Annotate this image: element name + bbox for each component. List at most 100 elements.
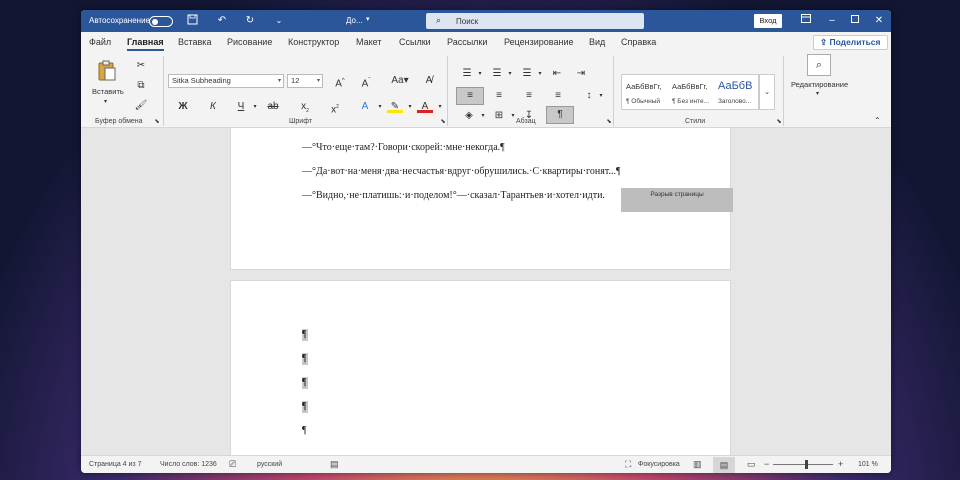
- shrink-font-icon[interactable]: Aˇ: [358, 73, 374, 89]
- change-case-icon[interactable]: Aa▾: [388, 73, 412, 89]
- style-normal[interactable]: АаБбВвГг, ¶ Обычный: [624, 78, 670, 108]
- chevron-down-icon[interactable]: ▾: [472, 66, 488, 82]
- tab-mailings[interactable]: Рассылки: [447, 37, 487, 47]
- paste-label[interactable]: Вставить: [92, 87, 124, 96]
- word-count[interactable]: Число слов: 1236: [160, 461, 217, 468]
- chevron-down-icon[interactable]: ▾: [432, 99, 448, 115]
- chevron-down-icon[interactable]: ▾: [247, 99, 263, 115]
- chevron-down-icon[interactable]: ▾: [532, 66, 548, 82]
- font-color-icon[interactable]: A: [417, 99, 433, 113]
- chevron-down-icon[interactable]: ▾: [372, 99, 388, 115]
- tab-design[interactable]: Конструктор: [288, 37, 339, 47]
- justify-icon[interactable]: ≡: [550, 88, 566, 104]
- decrease-indent-icon[interactable]: ⇤: [549, 66, 565, 82]
- close-icon[interactable]: ✕: [872, 14, 886, 28]
- copy-icon[interactable]: ⧉: [133, 78, 149, 94]
- align-center-icon[interactable]: ≡: [491, 88, 507, 104]
- paragraph[interactable]: —°Что·еще·там?·Говори·скорей:·мне·некогд…: [302, 142, 505, 153]
- customize-qat-icon[interactable]: ⌄: [272, 14, 286, 28]
- strikethrough-icon[interactable]: ab: [265, 99, 281, 115]
- signin-button[interactable]: Вход: [754, 14, 782, 28]
- focus-label[interactable]: Фокусировка: [638, 461, 680, 468]
- paste-dropdown-icon[interactable]: ▾: [104, 98, 107, 105]
- document-name[interactable]: До...: [346, 16, 363, 25]
- highlight-icon[interactable]: ✎: [387, 99, 403, 113]
- autosave-toggle[interactable]: [149, 16, 173, 27]
- print-layout-icon[interactable]: ▤: [713, 457, 735, 473]
- document-canvas[interactable]: —°Что·еще·там?·Говори·скорей:·мне·некогд…: [81, 128, 891, 455]
- zoom-thumb[interactable]: [805, 460, 808, 469]
- collapse-ribbon-icon[interactable]: ⌃: [874, 116, 881, 125]
- toggle-knob: [152, 18, 158, 25]
- tab-help[interactable]: Справка: [621, 37, 656, 47]
- zoom-out-button[interactable]: −: [764, 459, 769, 469]
- align-left-icon[interactable]: ≡: [456, 87, 484, 105]
- paragraph[interactable]: —°Видно,·не·платишь:·и·поделом!°—·сказал…: [302, 190, 605, 201]
- empty-paragraph[interactable]: ¶: [302, 377, 308, 389]
- editing-label[interactable]: Редактирование: [791, 80, 848, 89]
- clear-formatting-icon[interactable]: A̸: [421, 73, 437, 89]
- tab-draw[interactable]: Рисование: [227, 37, 272, 47]
- text-effects-icon[interactable]: A: [357, 99, 373, 115]
- doc-caret-icon[interactable]: ▾: [366, 15, 370, 23]
- empty-paragraph[interactable]: ¶: [302, 401, 308, 413]
- paste-icon[interactable]: [95, 60, 119, 84]
- page[interactable]: —°Что·еще·там?·Говори·скорей:·мне·некогд…: [230, 128, 733, 270]
- chevron-down-icon[interactable]: ▾: [475, 108, 491, 124]
- font-size-select[interactable]: 12 ▾: [287, 74, 323, 88]
- chevron-down-icon[interactable]: ▾: [402, 99, 418, 115]
- bold-button[interactable]: Ж: [175, 99, 191, 115]
- tab-review[interactable]: Рецензирование: [504, 37, 574, 47]
- search-icon[interactable]: ⌕: [807, 54, 831, 76]
- tab-layout[interactable]: Макет: [356, 37, 381, 47]
- grow-font-icon[interactable]: A^: [332, 73, 348, 89]
- undo-icon[interactable]: ↶: [215, 14, 229, 28]
- superscript-icon[interactable]: x2: [327, 99, 343, 115]
- minimize-icon[interactable]: –: [825, 14, 839, 28]
- empty-paragraph[interactable]: ¶: [302, 425, 308, 437]
- status-bar: Страница 4 из 7 Число слов: 1236 ⎚ русск…: [81, 455, 891, 473]
- empty-paragraph[interactable]: ¶: [302, 353, 308, 365]
- redo-icon[interactable]: ↻: [243, 14, 257, 28]
- page[interactable]: ¶ ¶ ¶ ¶ ¶: [230, 280, 731, 455]
- paragraph[interactable]: —°Да·вот·на·меня·два·несчастья·вдруг·обр…: [302, 166, 621, 177]
- increase-indent-icon[interactable]: ⇥: [573, 66, 589, 82]
- chevron-down-icon[interactable]: ▾: [593, 88, 609, 104]
- share-label: Поделиться: [829, 37, 881, 47]
- style-no-spacing[interactable]: АаБбВвГг, ¶ Без инте...: [670, 78, 716, 108]
- share-button[interactable]: ⇪ Поделиться: [813, 35, 888, 50]
- subscript-icon[interactable]: x2: [297, 99, 313, 115]
- macro-icon[interactable]: ▤: [330, 459, 339, 470]
- tab-view[interactable]: Вид: [589, 37, 605, 47]
- maximize-icon[interactable]: [848, 14, 862, 28]
- zoom-level[interactable]: 101 %: [858, 461, 878, 468]
- proofing-icon[interactable]: ⎚: [229, 459, 236, 470]
- styles-group-label: Стили: [685, 118, 706, 125]
- read-mode-icon[interactable]: ▥: [693, 459, 702, 470]
- align-right-icon[interactable]: ≡: [521, 88, 537, 104]
- language[interactable]: русский: [257, 461, 282, 468]
- italic-button[interactable]: К: [205, 99, 221, 115]
- page-count[interactable]: Страница 4 из 7: [89, 461, 141, 468]
- focus-icon[interactable]: ⛶: [625, 459, 631, 470]
- empty-paragraph[interactable]: ¶: [302, 329, 308, 341]
- ribbon-display-icon[interactable]: [799, 14, 813, 28]
- styles-more-button[interactable]: ⌄: [759, 74, 775, 110]
- zoom-in-button[interactable]: +: [838, 459, 843, 469]
- tab-insert[interactable]: Вставка: [178, 37, 211, 47]
- style-heading[interactable]: АаБбВ Заголово...: [716, 78, 762, 108]
- search-box[interactable]: ⌕ Поиск: [426, 13, 644, 29]
- page-break-marker[interactable]: Разрыв страницы: [621, 188, 733, 212]
- save-icon[interactable]: [185, 14, 199, 28]
- show-marks-button[interactable]: ¶: [546, 106, 574, 124]
- cut-icon[interactable]: ✂: [133, 58, 149, 74]
- web-layout-icon[interactable]: ▭: [747, 459, 756, 470]
- format-painter-icon[interactable]: 🖌: [133, 98, 149, 114]
- zoom-slider[interactable]: [773, 464, 833, 465]
- tab-references[interactable]: Ссылки: [399, 37, 431, 47]
- chevron-down-icon[interactable]: ▾: [502, 66, 518, 82]
- tab-file[interactable]: Файл: [89, 37, 111, 47]
- tab-home[interactable]: Главная: [127, 37, 164, 51]
- font-family-select[interactable]: Sitka Subheading ▾: [168, 74, 284, 88]
- chevron-down-icon[interactable]: ▾: [816, 90, 819, 97]
